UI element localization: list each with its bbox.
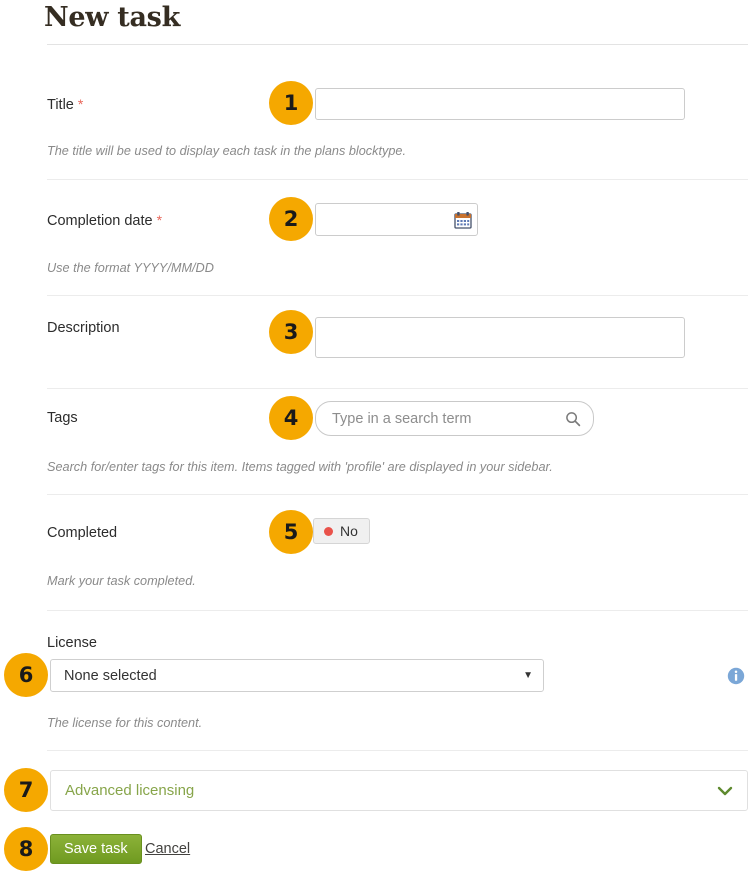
status-dot-icon xyxy=(324,526,333,536)
completion-date-label-text: Completion date xyxy=(47,213,153,229)
completion-date-field xyxy=(315,203,478,236)
badge-7: 7 xyxy=(4,768,48,812)
save-task-button[interactable]: Save task xyxy=(50,834,142,864)
completion-date-required-asterisk: * xyxy=(156,212,163,228)
divider-after-tags xyxy=(47,494,748,495)
tags-help-text: Search for/enter tags for this item. Ite… xyxy=(47,460,553,474)
cancel-link[interactable]: Cancel xyxy=(145,841,190,857)
title-required-asterisk: * xyxy=(77,96,84,112)
advanced-licensing-title: Advanced licensing xyxy=(65,782,195,799)
chevron-down-icon: ▼ xyxy=(523,669,533,681)
divider-after-title xyxy=(47,179,748,180)
new-task-form-page: New task Title * The title will be used … xyxy=(0,0,753,871)
tags-field-label: Tags xyxy=(47,410,78,426)
badge-8: 8 xyxy=(4,827,48,871)
tags-search-box[interactable] xyxy=(315,401,594,436)
completed-help-text: Mark your task completed. xyxy=(47,574,196,588)
chevron-down-icon xyxy=(717,785,733,797)
completed-toggle-value: No xyxy=(340,523,358,539)
badge-4: 4 xyxy=(269,396,313,440)
divider-after-completion-date xyxy=(47,295,748,296)
license-field-label: License xyxy=(47,635,97,651)
completion-date-field-label: Completion date * xyxy=(47,212,162,229)
page-title: New task xyxy=(44,2,180,33)
divider-after-license xyxy=(47,750,748,751)
calendar-icon[interactable] xyxy=(454,211,472,229)
license-select[interactable]: None selected ▼ xyxy=(50,659,544,692)
badge-2: 2 xyxy=(269,197,313,241)
completed-field-label: Completed xyxy=(47,525,118,541)
license-help-text: The license for this content. xyxy=(47,716,203,730)
divider-under-title xyxy=(47,44,748,45)
completion-date-help-text: Use the format YYYY/MM/DD xyxy=(47,261,214,275)
description-textarea[interactable] xyxy=(315,317,685,358)
divider-after-description xyxy=(47,388,748,389)
divider-after-completed xyxy=(47,610,748,611)
badge-1: 1 xyxy=(269,81,313,125)
search-icon xyxy=(565,411,581,427)
advanced-licensing-panel[interactable]: Advanced licensing xyxy=(50,770,748,811)
badge-6: 6 xyxy=(4,653,48,697)
license-selected-value: None selected xyxy=(64,667,157,684)
title-help-text: The title will be used to display each t… xyxy=(47,144,406,158)
completed-toggle-button[interactable]: No xyxy=(313,518,370,544)
title-input[interactable] xyxy=(315,88,685,120)
title-label-text: Title xyxy=(47,97,74,113)
title-field-label: Title * xyxy=(47,96,83,113)
info-icon[interactable] xyxy=(727,667,745,685)
badge-5: 5 xyxy=(269,510,313,554)
description-field-label: Description xyxy=(47,320,120,336)
badge-3: 3 xyxy=(269,310,313,354)
tags-search-input[interactable] xyxy=(330,409,559,428)
